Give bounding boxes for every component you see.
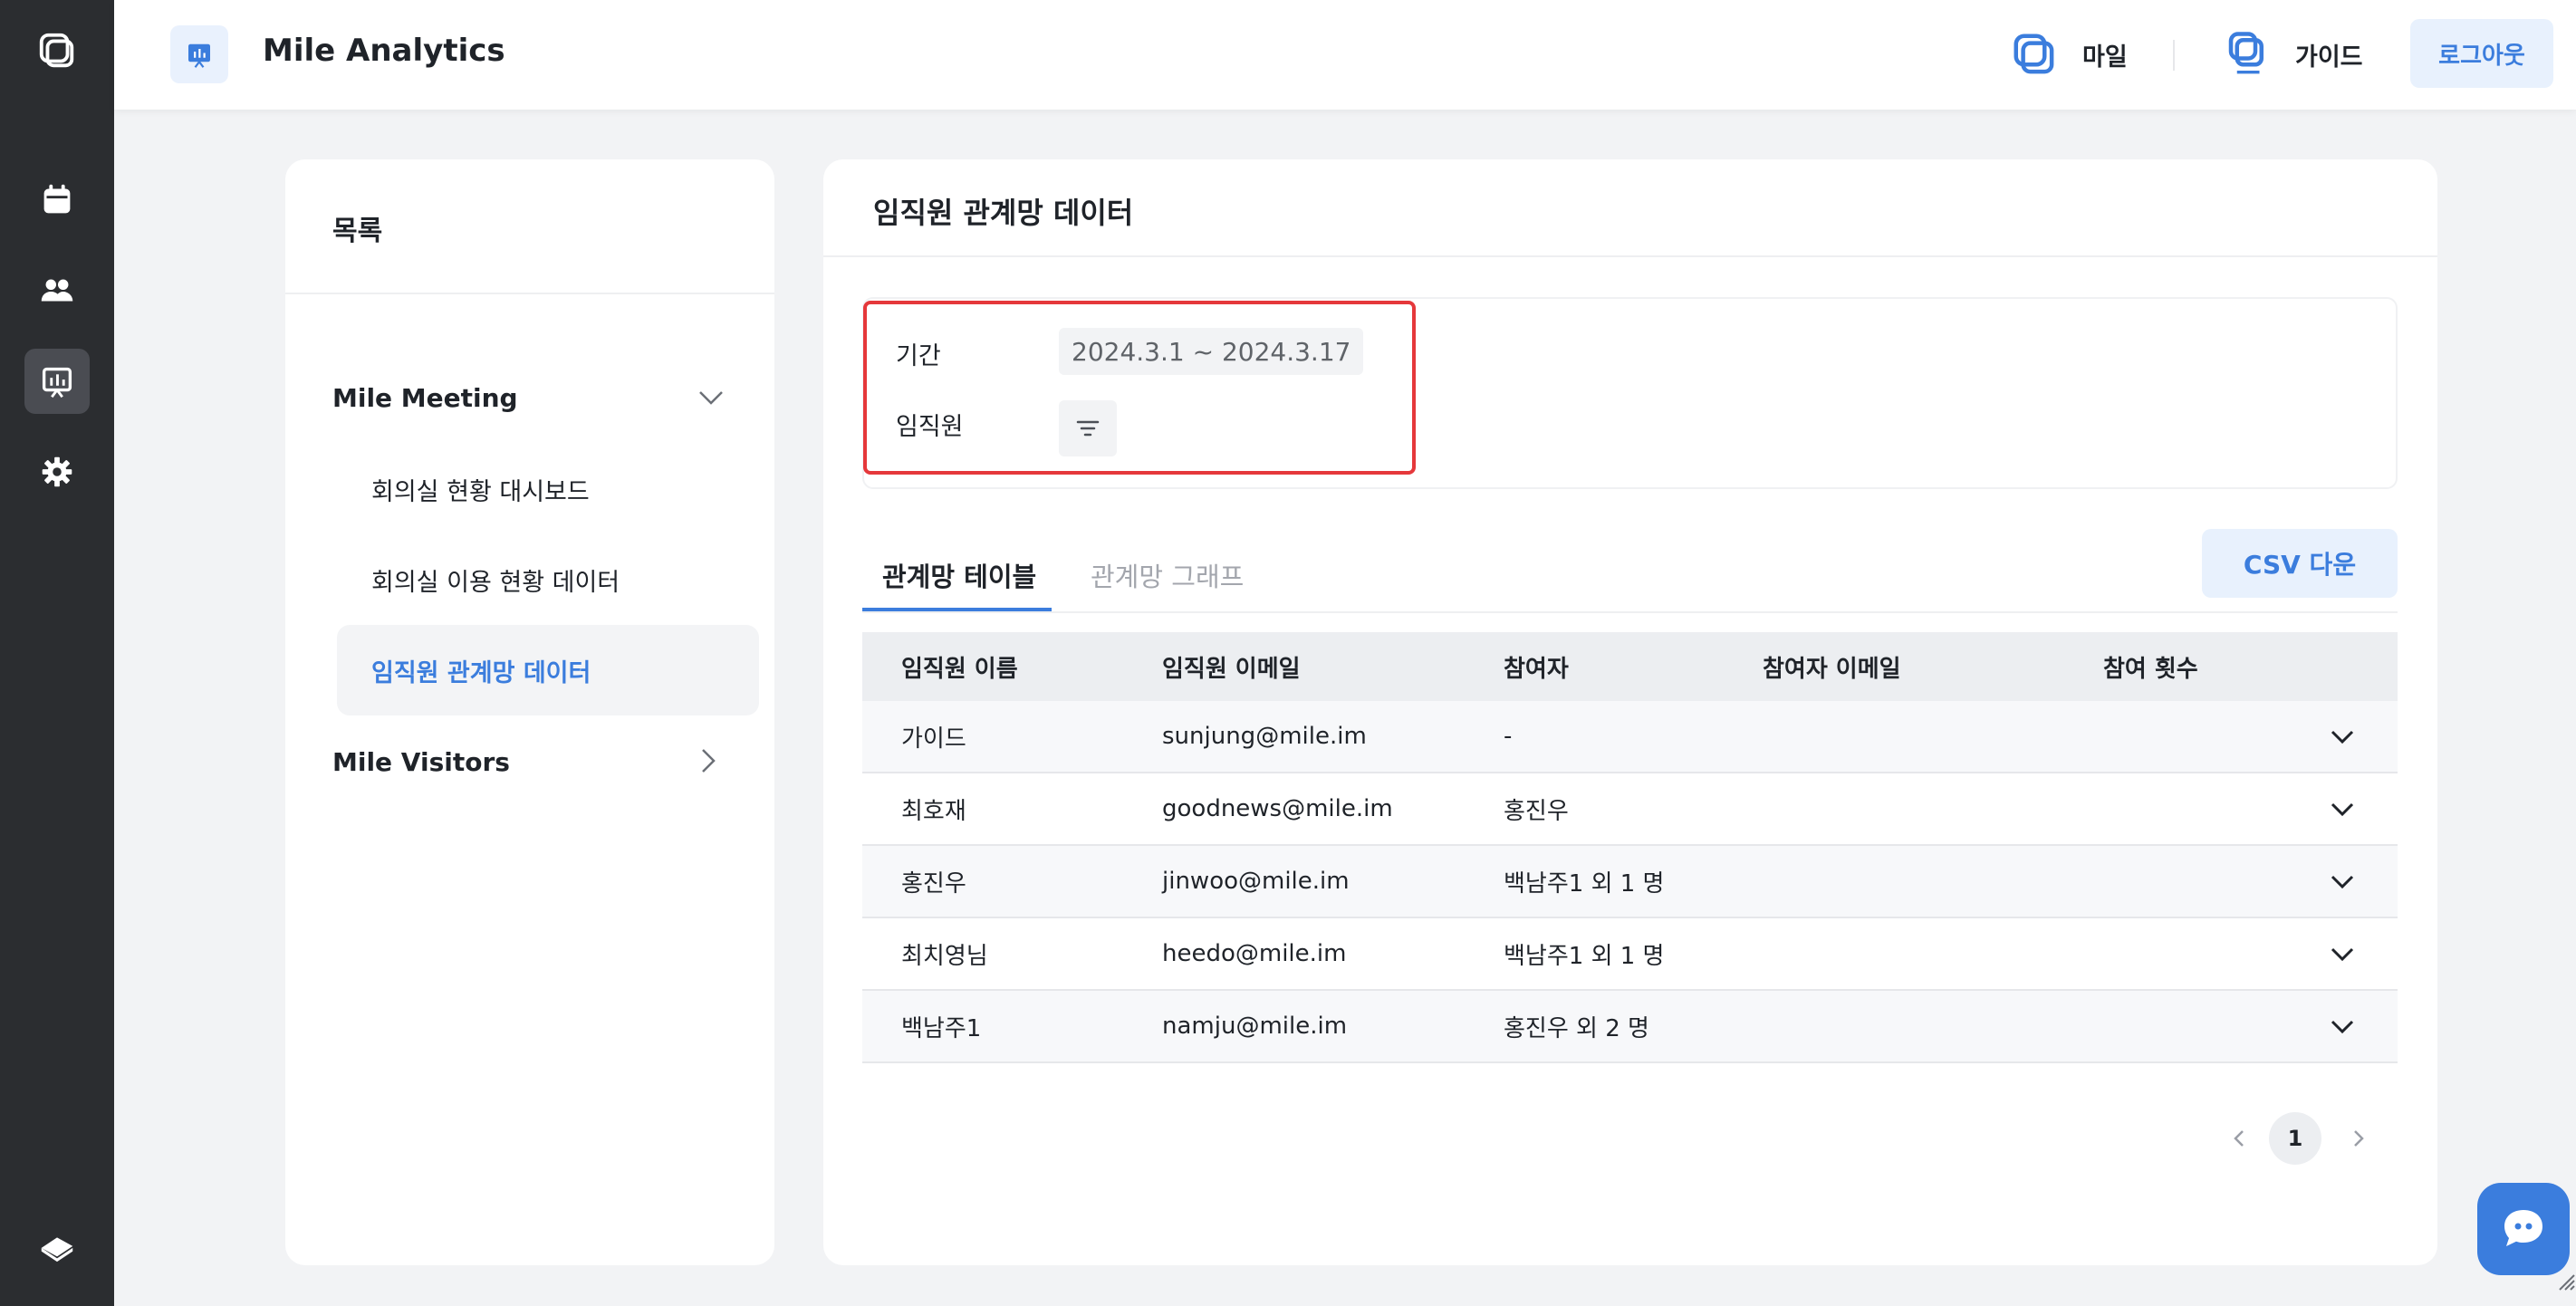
table-row[interactable]: 최치영님 heedo@mile.im 백남주1 외 1 명 (862, 918, 2398, 991)
users-icon[interactable] (24, 258, 90, 323)
top-header: Mile Analytics 마일 가이드 로그아웃 (114, 0, 2576, 110)
mile-logo-icon (2014, 34, 2054, 74)
settings-icon[interactable] (24, 439, 90, 504)
app-logo-icon[interactable] (24, 18, 90, 83)
cell-participant: - (1504, 723, 1513, 750)
cell-participant: 홍진우 (1504, 797, 1569, 825)
chevron-down-icon[interactable] (2324, 791, 2360, 827)
analytics-icon[interactable] (24, 349, 90, 414)
employee-label: 임직원 (896, 413, 964, 441)
period-label: 기간 (896, 342, 941, 370)
main-card: 임직원 관계망 데이터 기간 2024.3.1 ~ 2024.3.17 임직원 … (823, 159, 2437, 1265)
table-row[interactable]: 백남주1 namju@mile.im 홍진우 외 2 명 (862, 991, 2398, 1063)
chat-bubble-icon (2504, 1210, 2542, 1246)
pagination-prev-icon[interactable] (2225, 1125, 2253, 1152)
app-title: Mile Analytics (263, 33, 505, 69)
cell-email: goodnews@mile.im (1162, 795, 1393, 822)
tab-network-table[interactable]: 관계망 테이블 (882, 556, 1036, 594)
resize-handle-icon[interactable] (2556, 1272, 2576, 1292)
cell-name: 홍진우 (901, 869, 966, 898)
cell-email: sunjung@mile.im (1162, 723, 1367, 750)
network-table: 임직원 이름 임직원 이메일 참여자 참여자 이메일 참여 횟수 가이드 sun… (862, 632, 2398, 1063)
cell-participant: 백남주1 외 1 명 (1504, 869, 1665, 898)
cell-name: 최호재 (901, 797, 966, 825)
chevron-down-icon[interactable] (2324, 936, 2360, 972)
guide-link[interactable]: 가이드 (2223, 25, 2363, 83)
cell-email: jinwoo@mile.im (1162, 868, 1350, 895)
filter-highlight (863, 301, 1416, 475)
sidebar-title: 목록 (285, 159, 774, 294)
col-employee-name: 임직원 이름 (901, 655, 1018, 683)
pagination-next-icon[interactable] (2345, 1125, 2372, 1152)
sidebar-item-employee-network[interactable]: 임직원 관계망 데이터 (337, 625, 759, 715)
sidebar-item-meeting-usage[interactable]: 회의실 이용 현황 데이터 (337, 534, 759, 625)
pagination-page-button[interactable]: 1 (2269, 1112, 2321, 1165)
table-row[interactable]: 홍진우 jinwoo@mile.im 백남주1 외 1 명 (862, 846, 2398, 918)
calendar-icon[interactable] (24, 168, 90, 233)
mile-link[interactable]: 마일 (2010, 25, 2128, 83)
filter-icon (1076, 420, 1100, 437)
tab-network-graph[interactable]: 관계망 그래프 (1091, 556, 1244, 594)
chevron-down-icon[interactable] (2324, 1008, 2360, 1044)
sidebar-group-mile-meeting[interactable]: Mile Meeting (332, 383, 518, 413)
csv-download-button[interactable]: CSV 다운 (2202, 529, 2398, 598)
cell-participant: 홍진우 외 2 명 (1504, 1014, 1649, 1042)
mile-link-label: 마일 (2082, 43, 2128, 72)
col-participant: 참여자 (1504, 655, 1569, 683)
chevron-down-icon[interactable] (696, 382, 726, 413)
active-tab-indicator (862, 608, 1052, 611)
left-rail (0, 0, 114, 1306)
col-participation-count: 참여 횟수 (2103, 655, 2198, 683)
header-divider (2173, 40, 2175, 71)
cell-email: namju@mile.im (1162, 1013, 1348, 1040)
cell-name: 최치영님 (901, 942, 988, 970)
logout-button[interactable]: 로그아웃 (2410, 19, 2553, 88)
tabs-divider (862, 611, 2398, 613)
table-header: 임직원 이름 임직원 이메일 참여자 참여자 이메일 참여 횟수 (862, 632, 2398, 701)
analytics-logo-icon (170, 25, 228, 83)
col-participant-email: 참여자 이메일 (1763, 655, 1901, 683)
cell-email: heedo@mile.im (1162, 940, 1347, 967)
mile-visitors-logo-icon (2228, 32, 2264, 74)
chevron-down-icon[interactable] (2324, 718, 2360, 754)
chat-button[interactable] (2477, 1183, 2570, 1275)
guide-link-label: 가이드 (2295, 43, 2363, 72)
book-icon[interactable] (24, 1212, 90, 1277)
col-employee-email: 임직원 이메일 (1162, 655, 1301, 683)
cell-name: 가이드 (901, 725, 966, 753)
chevron-down-icon[interactable] (2324, 863, 2360, 899)
sidebar-item-meeting-dashboard[interactable]: 회의실 현황 대시보드 (337, 444, 759, 534)
chevron-right-icon[interactable] (693, 745, 724, 776)
cell-name: 백남주1 (901, 1014, 982, 1042)
employee-filter-button[interactable] (1059, 400, 1117, 456)
date-range-picker[interactable]: 2024.3.1 ~ 2024.3.17 (1059, 328, 1364, 375)
page-title: 임직원 관계망 데이터 (823, 159, 2437, 257)
sidebar-group-mile-visitors[interactable]: Mile Visitors (332, 747, 510, 777)
table-row[interactable]: 가이드 sunjung@mile.im - (862, 701, 2398, 773)
sidebar-card: 목록 Mile Meeting 회의실 현황 대시보드 회의실 이용 현황 데이… (285, 159, 774, 1265)
table-row[interactable]: 최호재 goodnews@mile.im 홍진우 (862, 773, 2398, 846)
cell-participant: 백남주1 외 1 명 (1504, 942, 1665, 970)
